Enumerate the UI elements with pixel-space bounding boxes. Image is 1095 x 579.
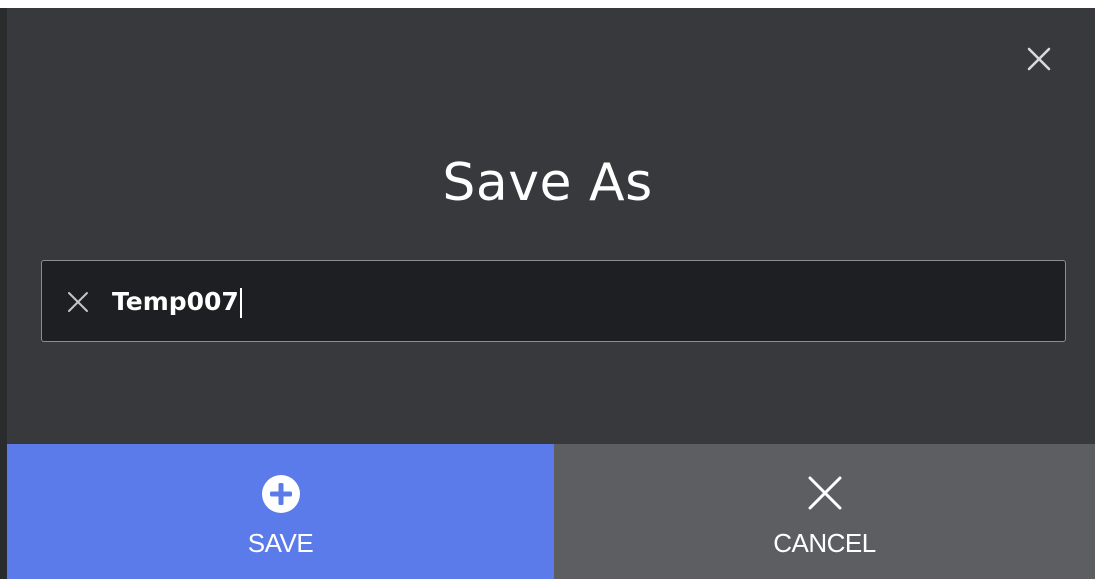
filename-text: Temp007	[112, 287, 239, 316]
close-icon	[808, 476, 841, 510]
filename-input[interactable]: Temp007	[41, 260, 1066, 342]
dialog-close-button[interactable]	[1020, 38, 1060, 78]
save-button[interactable]: SAVE	[7, 444, 554, 579]
save-button-label: SAVE	[247, 528, 314, 558]
filename-input-value: Temp007	[112, 283, 242, 321]
background-strip	[0, 8, 7, 579]
dialog-title: Save As	[442, 153, 653, 213]
clear-x-icon	[68, 292, 88, 312]
cancel-button[interactable]: CANCEL	[554, 444, 1095, 579]
page-top-edge	[0, 0, 1095, 8]
clear-input-button[interactable]	[66, 290, 90, 314]
cancel-button-label: CANCEL	[773, 528, 876, 558]
text-caret	[239, 288, 242, 318]
plus-circle-icon	[261, 475, 300, 513]
close-icon	[1027, 47, 1051, 71]
